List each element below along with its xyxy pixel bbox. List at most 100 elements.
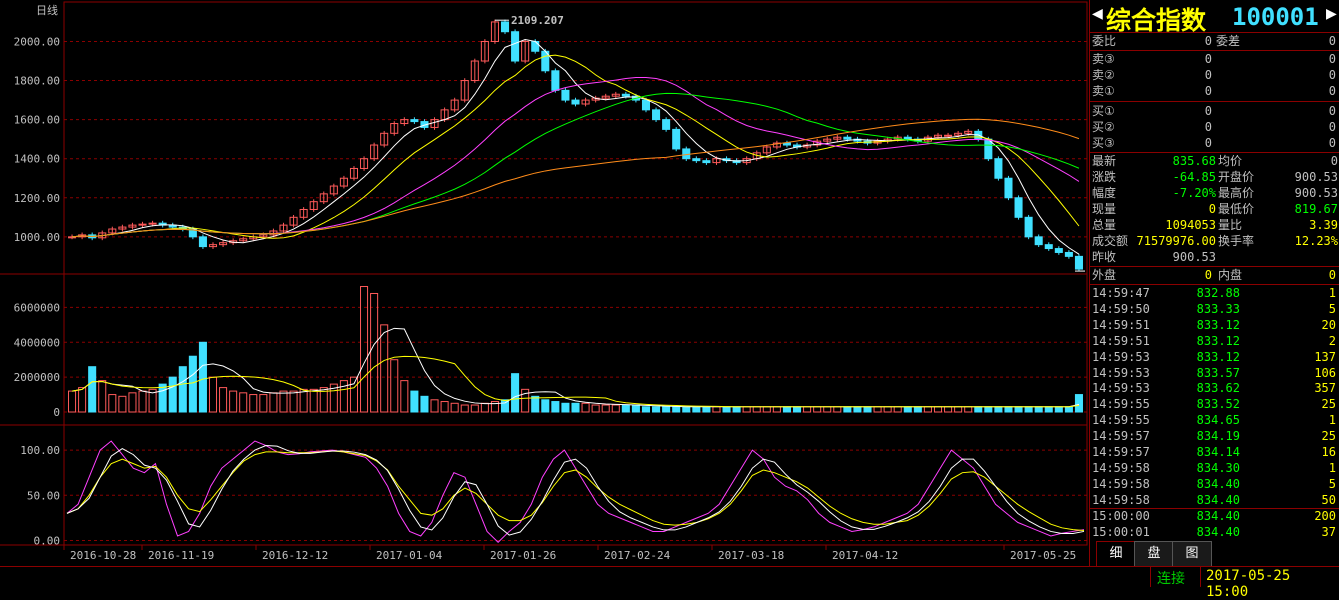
volume-bar [410,390,419,413]
price-tick-label: 1400.00 [14,153,60,166]
volume-bar [158,383,167,413]
connection-status[interactable]: 连接 [1157,568,1185,588]
period-label: 日线 [36,3,58,17]
date-tick-label: 2017-05-25 [1010,549,1076,562]
order-diff-label: 委差 [1216,34,1241,48]
buy-level-price: 0 [1204,104,1212,118]
quote-label: 最低价 [1218,202,1255,216]
tick-volume: 25 [1321,429,1336,444]
tick-row: 14:59:58 834.40 50 [1090,492,1339,508]
next-arrow-icon[interactable]: ▶ [1326,6,1337,22]
sell-level-volume: 0 [1328,52,1336,66]
volume-bar [561,402,570,413]
tick-price: 833.12 [1196,317,1240,332]
volume-bar [702,406,711,413]
quote-label: 换手率 [1218,234,1255,248]
tick-time: 14:59:58 [1092,460,1150,475]
date-tick-label: 2016-12-12 [262,549,328,562]
sell-level-label: 卖① [1092,84,1115,98]
prev-arrow-icon[interactable]: ◀ [1092,6,1103,22]
order-ratio-label: 委比 [1092,34,1117,48]
volume-bar [631,404,640,413]
volume-bar [994,406,1003,413]
tick-row: 14:59:53 833.12 137 [1090,349,1339,365]
volume-bar [390,359,399,413]
kline-chart-svg[interactable]: 日线 2000.00 1800.00 1600.00 1400.00 1200.00 100… [0,0,1088,566]
tick-volume: 37 [1321,524,1336,539]
outer-volume-label: 外盘 [1092,268,1117,282]
tick-volume: 1 [1328,286,1336,300]
price-tick-label: 1200.00 [14,192,60,205]
tick-time: 14:59:50 [1092,301,1150,316]
tick-price: 833.57 [1196,365,1240,380]
tick-price: 834.40 [1196,508,1240,523]
kdj-tick-label: 50.00 [27,489,60,502]
inner-volume-label: 内盘 [1218,268,1243,282]
volume-bar [662,406,671,413]
tick-row: 14:59:57 834.14 16 [1090,444,1339,460]
volume-bar [78,387,87,413]
ma30-line [71,92,1080,238]
volume-bar [1024,406,1033,413]
tick-volume: 5 [1328,301,1336,316]
order-ratio-row: 委比 0 委差 0 [1090,33,1339,49]
peak-label: 2109.207 [511,14,564,27]
volume-bar [772,406,781,413]
volume-bar [450,402,459,413]
volume-bar [793,406,802,413]
candle-body [138,223,147,226]
price-tick-label: 1800.00 [14,75,60,88]
tab-detail[interactable]: 细 [1096,541,1136,567]
quote-value: 900.53 [1172,250,1216,264]
tick-time: 15:00:01 [1092,524,1150,539]
volume-bar [913,406,922,413]
volume-bar [128,392,137,413]
tick-price: 832.88 [1196,286,1240,300]
tick-row: 14:59:58 834.30 1 [1090,460,1339,476]
buy-level-label: 买② [1092,120,1115,134]
candle-body [551,70,560,91]
tick-volume: 2 [1328,333,1336,348]
index-title: ◀ 综合指数 100001 ▶ [1090,0,1339,35]
quote-label: 幅度 [1092,186,1117,200]
candle-body [1064,251,1073,257]
volume-tick-label: 2000000 [14,371,60,384]
volume-bar [682,406,691,413]
date-tick-label: 2016-10-28 [70,549,136,562]
date-tick-label: 2017-01-04 [376,549,443,562]
sell-level-row: 卖② 0 0 [1090,67,1339,83]
volume-bar [752,406,761,413]
volume-bar [470,404,479,413]
tick-row: 14:59:58 834.40 5 [1090,476,1339,492]
volume-bar [873,406,882,413]
quote-value: 3.39 [1309,218,1338,232]
kline-chart-area[interactable]: 日线 2000.00 1800.00 1600.00 1400.00 1200.00 100… [0,0,1088,566]
tick-time: 14:59:53 [1092,349,1150,364]
candle-body [994,158,1003,179]
quote-value: -7.20% [1172,186,1216,200]
tick-volume: 200 [1314,508,1336,523]
candle-body [1044,244,1053,250]
volume-bar [732,406,741,413]
volume-bar [1054,406,1063,413]
tab-chart[interactable]: 图 [1172,541,1212,567]
quote-label: 均价 [1218,154,1243,168]
quote-value: 819.67 [1294,202,1338,216]
volume-bar [823,406,832,413]
outer-volume-value: 0 [1204,268,1212,282]
tick-time: 15:00:00 [1092,508,1150,523]
candle-body [148,222,157,225]
tick-time: 14:59:58 [1092,492,1150,507]
tick-time: 14:59:53 [1092,381,1150,396]
volume-bar [360,286,369,413]
tab-orderbook[interactable]: 盘 [1134,541,1174,567]
sell-level-label: 卖③ [1092,52,1115,66]
volume-ma5-line [71,327,1080,408]
volume-bar [843,406,852,413]
date-tick-label: 2017-04-12 [832,549,898,562]
volume-bar [279,390,288,413]
volume-bar [863,406,872,413]
volume-bar [370,292,379,413]
volume-bar [541,399,550,413]
candle-body [652,109,661,121]
